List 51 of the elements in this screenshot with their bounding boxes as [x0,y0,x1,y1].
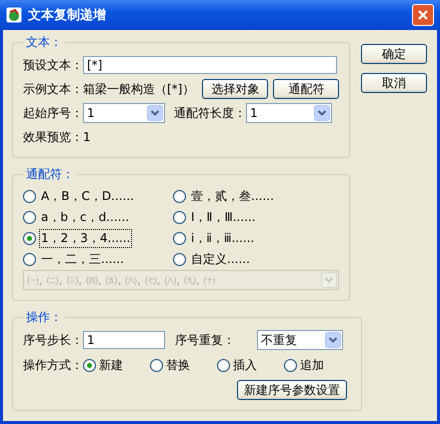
action-button[interactable]: 通配符 [273,79,340,99]
field-label: 通配符长度： [174,104,246,122]
field-label: 预设文本： [23,56,83,74]
option-label[interactable]: 替换 [166,356,190,374]
preview-value: 1 [83,130,91,144]
group-title: 操作： [25,309,63,326]
option-label[interactable]: 壹，贰，叁...... [189,186,276,206]
radio-button[interactable] [217,358,230,372]
option-label[interactable]: 1，2，3，4...... [39,228,132,248]
option-label[interactable]: 插入 [233,356,257,374]
field-label: 操作方式： [23,356,83,374]
group-title: 文本： [25,34,63,51]
option-label[interactable]: 新建 [99,356,123,374]
option-label[interactable]: Ⅰ，Ⅱ，Ⅲ...... [189,208,258,226]
window-title: 文本复制递增 [28,6,107,24]
repeat-dropdown[interactable]: 不重复 [257,330,343,350]
field-label: 序号重复： [175,332,236,348]
close-icon [417,9,429,21]
settings-button[interactable]: 新建序号参数设置 [237,380,347,400]
preset-text-field[interactable]: [*] [83,56,337,74]
field-label: 起始序号： [23,104,83,122]
field-label: 序号步长： [23,332,83,348]
step-field[interactable]: 1 [83,331,165,349]
radio-button[interactable] [23,210,36,224]
app-icon [6,7,22,23]
start-number-dropdown[interactable]: 1 [83,103,165,123]
option-label[interactable]: a，b，c，d...... [39,208,132,226]
radio-button[interactable] [173,232,186,244]
group-title: 通配符： [25,166,75,183]
action-button[interactable]: 选择对象 [202,79,268,99]
wildcard-length-dropdown[interactable]: 1 [246,103,332,123]
option-label[interactable]: ⅰ，ⅱ，ⅲ...... [189,228,256,248]
radio-button[interactable] [23,232,36,244]
field-label: 示例文本： [23,80,83,98]
dialog-button[interactable]: 取消 [361,73,427,93]
option-label[interactable]: A，B，C，D...... [39,186,136,206]
option-label[interactable]: 一，二，三...... [39,250,126,268]
field-label: 效果预览： [23,128,83,146]
radio-button[interactable] [173,190,186,202]
option-label[interactable]: 自定义...... [189,250,252,268]
radio-button[interactable] [173,252,186,266]
radio-button[interactable] [23,252,36,266]
example-text: 箱梁一般构造（[*]） [83,80,194,98]
close-button[interactable] [412,4,434,26]
radio-button[interactable] [150,358,163,372]
option-label[interactable]: 追加 [300,356,324,374]
radio-button[interactable] [173,210,186,224]
radio-button[interactable] [284,358,297,372]
radio-button[interactable] [23,190,36,202]
dialog-button[interactable]: 确定 [361,44,427,64]
radio-button[interactable] [83,358,96,372]
